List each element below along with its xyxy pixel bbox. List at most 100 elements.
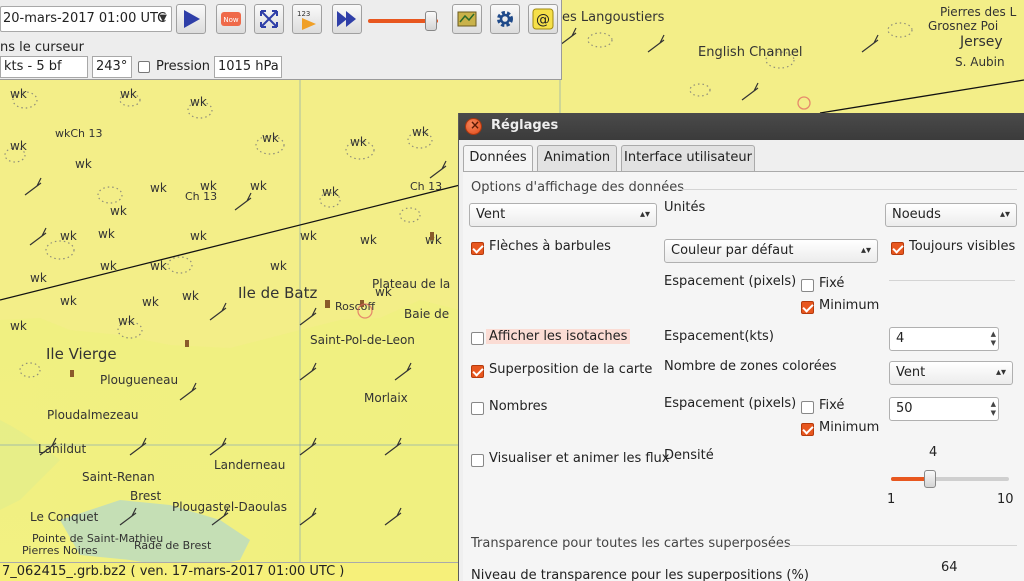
number-spacing-fixed-label: Fixé [819,398,845,413]
tab-donnees[interactable]: Données [463,145,533,172]
zoom-all-button[interactable] [254,4,284,34]
svg-text:@: @ [536,12,550,28]
pressure-checkbox[interactable] [138,61,150,73]
map-buoy-label: wk [10,139,27,153]
map-place-pierres-noires: Pierres Noires [22,544,98,557]
overlay-checkbox[interactable] [471,365,484,378]
spin-arrows-icon[interactable]: ▲ ▼ [991,400,996,418]
close-button[interactable]: × [465,118,482,135]
map-buoy-label: wk [250,179,267,193]
map-buoy-label: wk [182,289,199,303]
color-zones-select-value: Vent [896,365,926,380]
expand-arrows-icon [260,10,278,28]
map-buoy-label: wk [110,204,127,218]
fast-forward-icon [337,11,356,27]
map-buoy-label: wk [322,185,339,199]
map-buoy-label: wk [262,131,279,145]
chevron-updown-icon: ▴▾ [860,245,871,256]
data-type-select-value: Vent [476,207,506,222]
now-button[interactable]: Now [216,4,246,34]
chevron-updown-icon: ▴▾ [999,209,1010,220]
density-slider-handle[interactable] [924,470,937,488]
number-spacing-spinbox[interactable]: 50 ▲ ▼ [889,397,999,421]
map-file-button[interactable] [452,4,482,34]
gear-icon [497,11,513,27]
map-place-ile-de-batz: Ile de Batz [238,284,317,302]
map-place-langoustiers: es Langoustiers [562,10,665,25]
barbs-checkbox[interactable] [471,242,484,255]
flux-checkbox[interactable] [471,454,484,467]
map-buoy-label: wk [120,87,137,101]
map-place-landerneau: Landerneau [214,458,285,472]
spin-arrows-icon[interactable]: ▲ ▼ [991,330,996,348]
fast-forward-button[interactable] [332,4,362,34]
overlay-label: Superposition de la carte [489,362,653,377]
isotach-label: Afficher les isotaches [486,329,631,344]
barb-spacing-minimum-checkbox[interactable] [801,301,814,314]
map-buoy-label: wk [300,229,317,243]
map-buoy-label: wk [118,314,135,328]
data-type-select[interactable]: Vent ▴▾ [469,203,657,227]
play-button[interactable] [176,4,206,34]
map-place-le-conquet: Le Conquet [30,510,99,524]
barb-spacing-minimum-label: Minimum [819,298,880,313]
settings-button[interactable] [490,4,520,34]
barb-spacing-fixed-checkbox[interactable] [801,279,814,292]
step-count-icon: 123 [297,10,316,30]
map-place-rade-de-brest: Rade de Brest [134,539,212,552]
barbs-label: Flèches à barbules [489,239,611,254]
spacing-divider [889,280,1015,281]
map-place-plougastel: Plougastel-Daoulas [172,500,287,514]
tab-interface[interactable]: Interface utilisateur [621,145,755,171]
density-value: 4 [929,445,938,460]
isotach-spacing-spinbox[interactable]: 4 ▲ ▼ [889,327,999,351]
tab-animation[interactable]: Animation [537,145,617,171]
map-place-lanildut: Lanildut [38,442,87,456]
map-place-brest: Brest [130,489,162,503]
always-visible-checkbox[interactable] [891,242,904,255]
chevron-updown-icon: ▴▾ [995,367,1006,378]
number-spacing-minimum-checkbox[interactable] [801,423,814,436]
flux-label: Visualiser et animer les flux [489,451,670,466]
map-place-st-aubin: S. Aubin [955,55,1005,69]
map-buoy-label: wk [60,294,77,308]
pressure-label: Pression [156,59,211,74]
map-place-baie: Baie de [404,307,449,321]
dialog-titlebar[interactable]: × Réglages [459,113,1024,140]
isotach-spacing-value: 4 [896,331,905,346]
units-select[interactable]: Noeuds ▴▾ [885,203,1017,227]
email-button[interactable]: @ [528,4,558,34]
animation-speed-slider-handle[interactable] [425,11,437,31]
map-buoy-label: wk [190,95,207,109]
density-min-label: 1 [887,492,896,507]
map-place-jersey: Jersey [959,34,1003,50]
pressure-field: 1015 hPa [214,56,282,78]
map-place-roscoff: Roscoff [335,300,375,313]
units-select-value: Noeuds [892,207,941,222]
now-icon-text: Now [223,16,239,24]
transparency-label: Niveau de transparence pour les superpos… [471,568,809,581]
number-spacing-minimum-label: Minimum [819,420,880,435]
map-buoy-label: wk [190,229,207,243]
step-forward-button[interactable]: 123 [292,4,322,34]
wind-direction-field: 243° [92,56,132,78]
map-buoy-label: wk [150,259,167,273]
map-place-grosnez: Grosnez Poi [928,19,998,33]
map-sea-mark: wkCh 13 [55,127,103,140]
date-select[interactable]: 20-mars-2017 01:00 UTC ▼ [0,6,172,32]
color-zones-select[interactable]: Vent ▴▾ [889,361,1013,385]
settings-dialog: × Réglages Données Animation Interface u… [458,113,1024,581]
dialog-title: Réglages [491,118,559,133]
map-sea-mark: Ch 13 [410,180,442,193]
chevron-updown-icon: ▴▾ [639,209,650,220]
map-buoy-label: wk [30,271,47,285]
number-spacing-fixed-checkbox[interactable] [801,401,814,414]
barb-color-select[interactable]: Couleur par défaut ▴▾ [664,239,878,263]
step-icon-text: 123 [297,10,310,18]
map-place-english-channel: English Channel [698,45,802,60]
numbers-checkbox[interactable] [471,402,484,415]
close-icon: × [470,118,481,132]
isotach-checkbox[interactable] [471,332,484,345]
barb-spacing-fixed-label: Fixé [819,276,845,291]
isotach-spacing-label: Espacement(kts) [664,329,774,344]
